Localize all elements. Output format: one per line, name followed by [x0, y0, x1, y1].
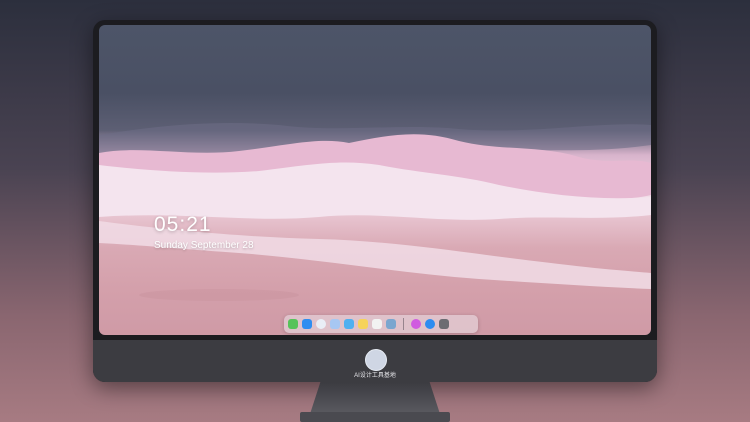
- app-store-icon[interactable]: [425, 319, 435, 329]
- monitor-stand-base: [300, 412, 450, 422]
- brand-label: AI设计工具基地: [354, 373, 396, 379]
- desktop-screen: 05:21 Sunday September 28: [99, 25, 651, 335]
- mail-icon[interactable]: [302, 319, 312, 329]
- notes-icon[interactable]: [358, 319, 368, 329]
- lockscreen-date: Sunday September 28: [154, 240, 254, 251]
- dock: [284, 315, 478, 333]
- photos-icon[interactable]: [330, 319, 340, 329]
- safari-icon[interactable]: [316, 319, 326, 329]
- calendar-icon[interactable]: [372, 319, 382, 329]
- dock-separator: [403, 318, 404, 330]
- preview-icon[interactable]: [386, 319, 396, 329]
- camera-icon[interactable]: [439, 319, 449, 329]
- itunes-icon[interactable]: [411, 319, 421, 329]
- lockscreen-clock: 05:21: [154, 213, 212, 236]
- wallpaper-ocean-waves: [99, 123, 651, 301]
- finder-icon[interactable]: [344, 319, 354, 329]
- monitor-stand: [310, 382, 440, 414]
- monitor: 05:21 Sunday September 28 AI设计工具基地: [93, 20, 657, 382]
- brand-logo-icon: [365, 349, 387, 371]
- messages-icon[interactable]: [288, 319, 298, 329]
